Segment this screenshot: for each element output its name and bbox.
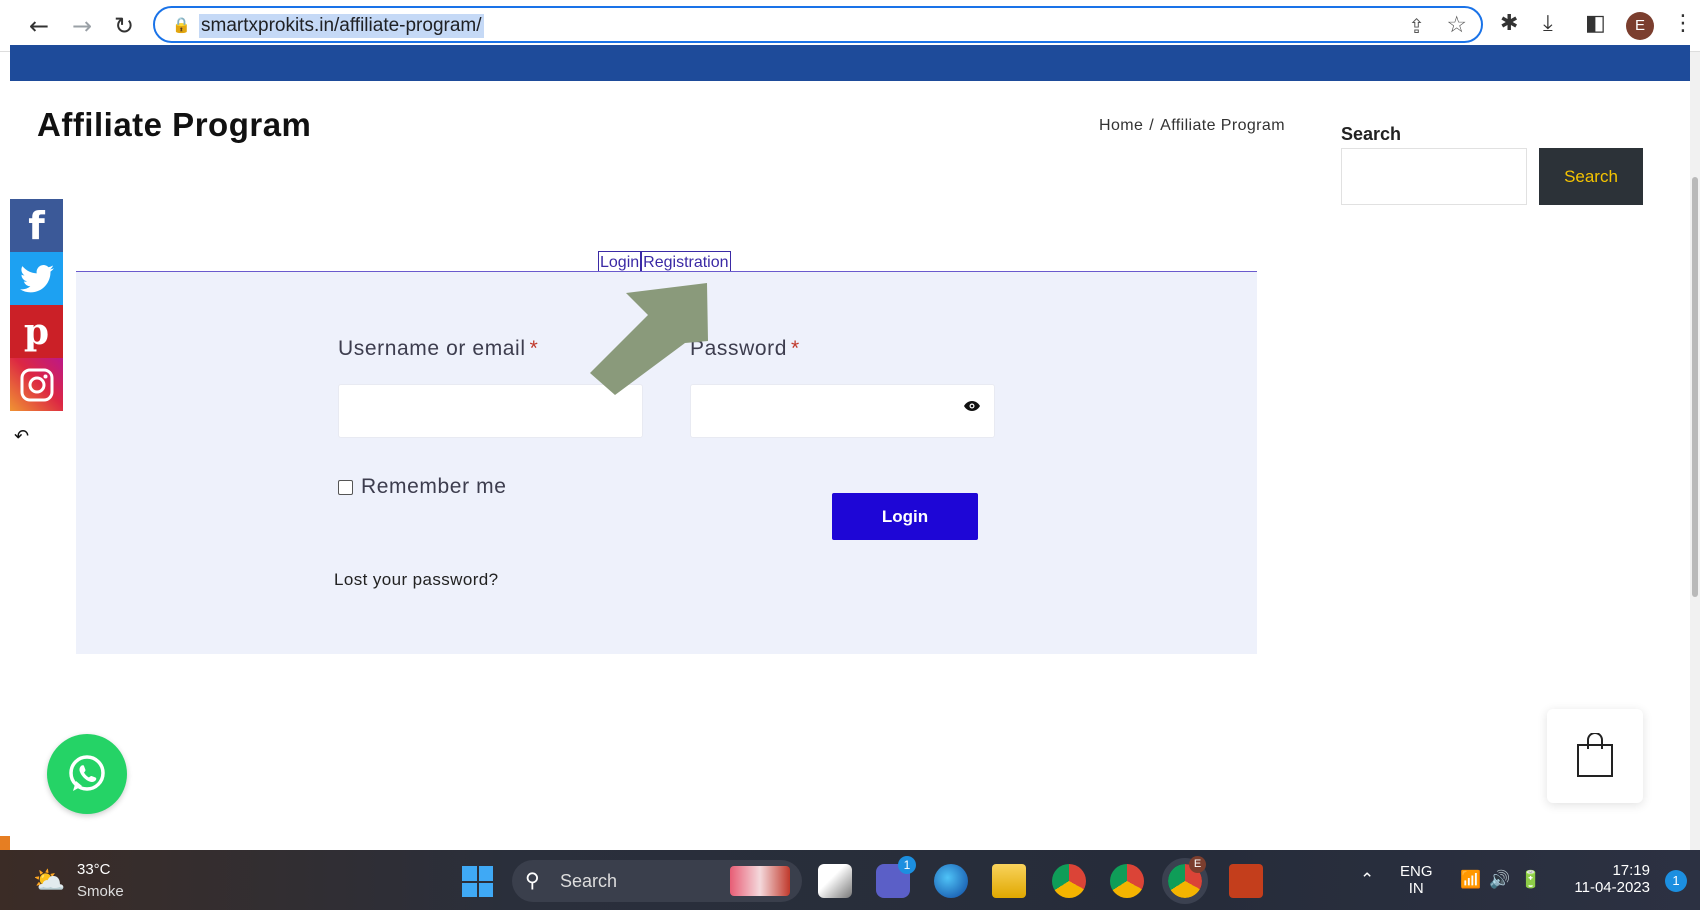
breadcrumb-current: Affiliate Program xyxy=(1160,117,1285,134)
weather-cloud-sun-icon[interactable]: ⛅ xyxy=(33,866,65,896)
password-input[interactable] xyxy=(690,384,995,438)
chrome-active-icon[interactable]: E xyxy=(1162,856,1208,904)
extensions-icon[interactable]: ✱ xyxy=(1500,11,1518,36)
pinterest-icon: p xyxy=(23,310,50,353)
sidebar-search-input[interactable] xyxy=(1341,148,1527,205)
powerpoint-icon[interactable] xyxy=(1229,864,1263,898)
edge-browser-icon[interactable] xyxy=(934,864,968,898)
address-bar[interactable]: 🔒 smartxprokits.in/affiliate-program/ ⇪ … xyxy=(153,6,1483,43)
lost-password-link[interactable]: Lost your password? xyxy=(334,570,498,590)
page-title: Affiliate Program xyxy=(37,106,312,143)
windows-start-icon[interactable] xyxy=(462,866,493,897)
instagram-share-button[interactable] xyxy=(10,358,63,411)
pinterest-share-button[interactable]: p xyxy=(10,305,63,358)
taskbar-search-label: Search xyxy=(560,871,618,891)
weather-description[interactable]: Smoke xyxy=(77,883,124,900)
share-icon[interactable]: ⇪ xyxy=(1408,14,1425,38)
annotation-arrow xyxy=(590,283,708,395)
remember-me-label: Remember me xyxy=(361,475,507,498)
chrome-icon[interactable] xyxy=(1110,864,1144,898)
facebook-icon: f xyxy=(28,203,45,248)
required-mark: * xyxy=(791,337,800,360)
notification-count-badge[interactable]: 1 xyxy=(1665,870,1687,892)
teams-icon[interactable]: 1 xyxy=(876,856,916,898)
url-text[interactable]: smartxprokits.in/affiliate-program/ xyxy=(199,14,484,38)
language-indicator[interactable]: ENG IN xyxy=(1400,863,1433,897)
tab-registration[interactable]: Registration xyxy=(641,251,731,273)
chrome-icon[interactable] xyxy=(1052,864,1086,898)
weather-temperature[interactable]: 33°C xyxy=(77,861,111,878)
breadcrumb-separator: / xyxy=(1149,117,1155,134)
back-icon[interactable]: ← xyxy=(22,9,56,43)
search-highlight-image xyxy=(730,866,790,896)
show-password-eye-icon[interactable] xyxy=(963,400,981,412)
tray-chevron-up-icon[interactable]: ⌃ xyxy=(1360,870,1374,890)
side-panel-icon[interactable]: ◧ xyxy=(1585,11,1606,36)
reload-icon[interactable]: ↻ xyxy=(107,9,141,43)
task-view-icon[interactable] xyxy=(818,864,852,898)
battery-icon[interactable]: 🔋 xyxy=(1520,870,1541,890)
breadcrumb-home-link[interactable]: Home xyxy=(1099,117,1143,134)
profile-avatar[interactable]: E xyxy=(1626,12,1654,40)
shopping-bag-icon xyxy=(1577,733,1613,777)
twitter-share-button[interactable] xyxy=(10,252,63,305)
sidebar-search-button[interactable]: Search xyxy=(1539,148,1643,205)
search-icon: ⚲ xyxy=(525,868,540,892)
hide-social-bar-icon[interactable]: ↶ xyxy=(14,426,29,447)
username-label: Username or email * xyxy=(338,337,539,360)
clock[interactable]: 17:19 11-04-2023 xyxy=(1566,862,1650,896)
twitter-icon xyxy=(19,264,54,292)
tab-login[interactable]: Login xyxy=(598,251,642,273)
sidebar-search-label: Search xyxy=(1341,124,1402,144)
menu-kebab-icon[interactable]: ⋮ xyxy=(1672,11,1694,36)
remember-me[interactable]: Remember me xyxy=(338,475,506,499)
facebook-share-button[interactable]: f xyxy=(10,199,63,252)
login-button[interactable]: Login xyxy=(832,493,978,540)
breadcrumb: Home / Affiliate Program xyxy=(1099,117,1285,135)
lock-icon: 🔒 xyxy=(172,16,191,34)
whatsapp-icon xyxy=(69,755,105,791)
remember-me-checkbox[interactable] xyxy=(338,479,353,495)
page-scrollbar[interactable] xyxy=(1690,52,1700,850)
required-mark: * xyxy=(529,337,539,360)
teams-badge: 1 xyxy=(898,856,916,874)
whatsapp-chat-button[interactable] xyxy=(47,734,127,814)
form-tabs: Login Registration xyxy=(598,251,731,273)
wifi-icon[interactable]: 📶 xyxy=(1460,870,1481,890)
download-icon[interactable]: ⤓ xyxy=(1543,11,1553,36)
shopping-cart-button[interactable] xyxy=(1547,709,1643,803)
bookmark-star-icon[interactable]: ☆ xyxy=(1446,12,1467,38)
chrome-profile-badge: E xyxy=(1189,856,1206,873)
scrollbar-thumb[interactable] xyxy=(1692,177,1698,597)
site-header-bar xyxy=(10,45,1690,81)
file-explorer-icon[interactable] xyxy=(992,864,1026,898)
taskbar-search-box[interactable]: ⚲ Search xyxy=(512,860,802,902)
forward-icon[interactable]: → xyxy=(65,9,99,43)
volume-icon[interactable]: 🔊 xyxy=(1489,870,1510,890)
instagram-icon xyxy=(20,368,53,401)
